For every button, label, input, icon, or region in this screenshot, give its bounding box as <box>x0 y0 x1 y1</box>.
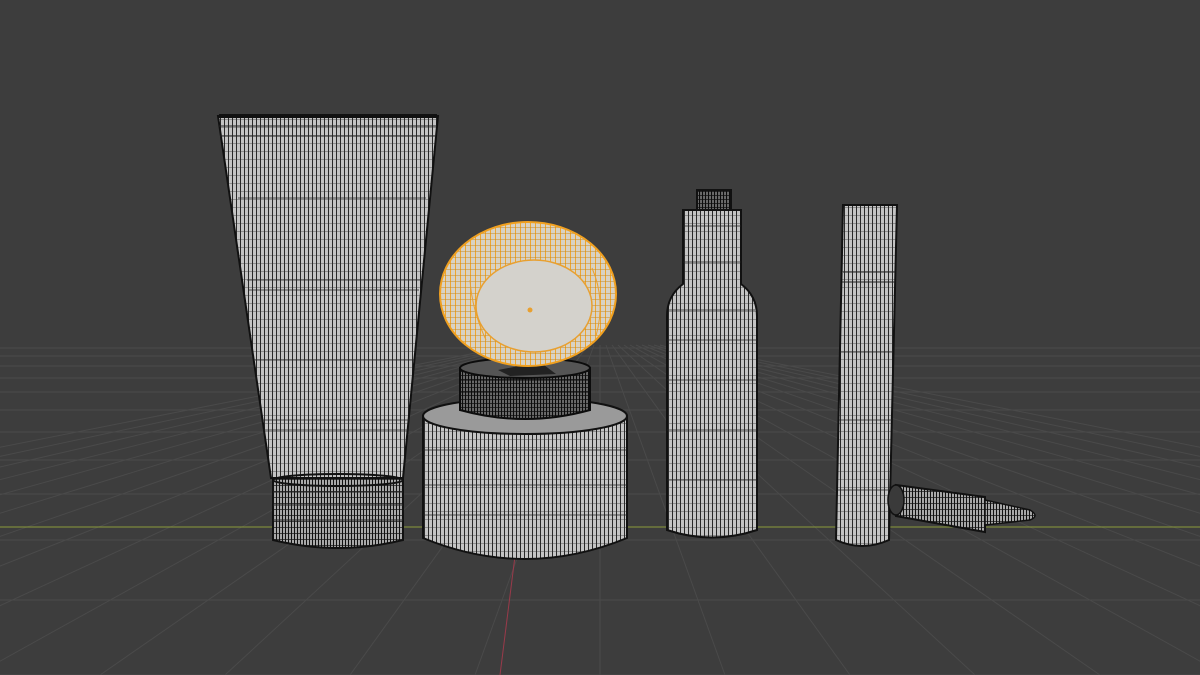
bottle-object[interactable] <box>666 189 758 539</box>
y-axis-line <box>499 547 517 675</box>
jar-object[interactable] <box>422 348 628 560</box>
viewport-canvas[interactable] <box>0 0 1200 675</box>
jar-lid-object[interactable] <box>439 221 617 367</box>
tube-object[interactable] <box>216 114 440 549</box>
object-origin-dot <box>527 307 533 313</box>
3d-viewport[interactable] <box>0 0 1200 675</box>
